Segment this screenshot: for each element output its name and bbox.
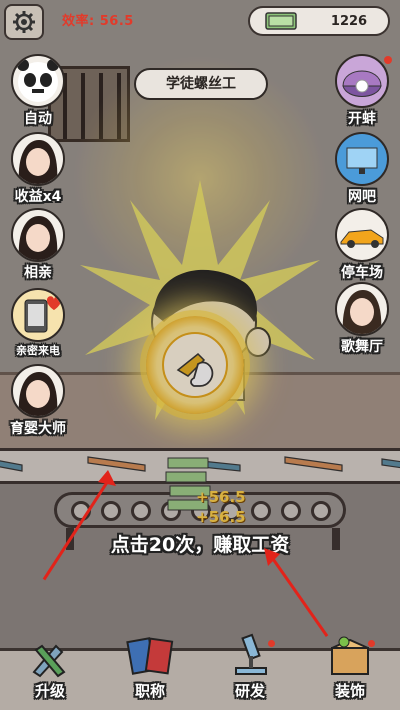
dance-hall-label: 歌舞厅: [341, 339, 383, 355]
panda-face-icon: [11, 54, 65, 108]
job-title: 学徒螺丝工: [134, 68, 268, 100]
auto-button[interactable]: 自动: [4, 54, 72, 134]
girl-avatar-icon: [335, 282, 389, 336]
nav-decoration[interactable]: 装饰: [300, 632, 400, 710]
girl-avatar-icon: [11, 364, 65, 418]
notification-dot: [368, 640, 375, 647]
computer-icon: [335, 132, 389, 186]
money-bill-icon: [265, 12, 297, 30]
dance-hall-button[interactable]: 歌舞厅: [328, 282, 396, 362]
arrow-head-left: [98, 470, 116, 486]
tap-coin-button[interactable]: [146, 316, 244, 414]
auto-button-label: 自动: [24, 111, 52, 127]
earnings-popup: +56.5: [196, 488, 246, 506]
money-counter: 1226: [248, 6, 390, 36]
income-x4-label: 收益x4: [14, 189, 62, 205]
girl-avatar-icon: [11, 132, 65, 186]
wrench-screwdriver-icon: [32, 644, 66, 678]
gear-icon: [13, 11, 35, 33]
nav-upgrade[interactable]: 升级: [0, 632, 100, 710]
arrow-head-right: [264, 548, 280, 566]
efficiency-label: 效率: 56.5: [62, 14, 134, 29]
parenting-master-label: 育婴大师: [10, 421, 66, 437]
open-clam-label: 开蚌: [348, 111, 376, 127]
open-clam-button[interactable]: 开蚌: [328, 54, 396, 134]
parking-lot-button[interactable]: 停车场: [328, 208, 396, 288]
microscope-icon: [235, 633, 267, 675]
intimate-call-button[interactable]: 亲密来电: [4, 288, 72, 368]
earnings-popup: +56.5: [196, 508, 246, 526]
income-x4-button[interactable]: 收益x4: [4, 132, 72, 212]
nav-research-label: 研发: [234, 682, 265, 700]
intimate-call-label: 亲密来电: [16, 344, 60, 357]
nav-research[interactable]: 研发: [200, 632, 300, 710]
notification-dot: [384, 56, 392, 64]
money-value: 1226: [330, 14, 368, 29]
blind-date-label: 相亲: [24, 265, 52, 281]
pointing-hand-icon: [162, 332, 228, 398]
gift-box-icon: [331, 636, 369, 675]
nav-upgrade-label: 升级: [34, 682, 65, 700]
notification-dot: [268, 640, 275, 647]
internet-cafe-label: 网吧: [348, 189, 376, 205]
certificate-icon: [126, 637, 174, 675]
internet-cafe-button[interactable]: 网吧: [328, 132, 396, 212]
girl-avatar-icon: [11, 208, 65, 262]
nav-decoration-label: 装饰: [334, 682, 365, 700]
settings-button[interactable]: [4, 4, 44, 40]
nav-title-label: 职称: [134, 682, 165, 700]
nav-title[interactable]: 职称: [100, 632, 200, 710]
sports-car-icon: [335, 208, 389, 262]
parenting-master-button[interactable]: 育婴大师: [4, 364, 72, 444]
parking-lot-label: 停车场: [341, 265, 383, 281]
blind-date-button[interactable]: 相亲: [4, 208, 72, 288]
clam-pearl-icon: [335, 54, 389, 108]
phone-heart-icon: [11, 288, 65, 342]
